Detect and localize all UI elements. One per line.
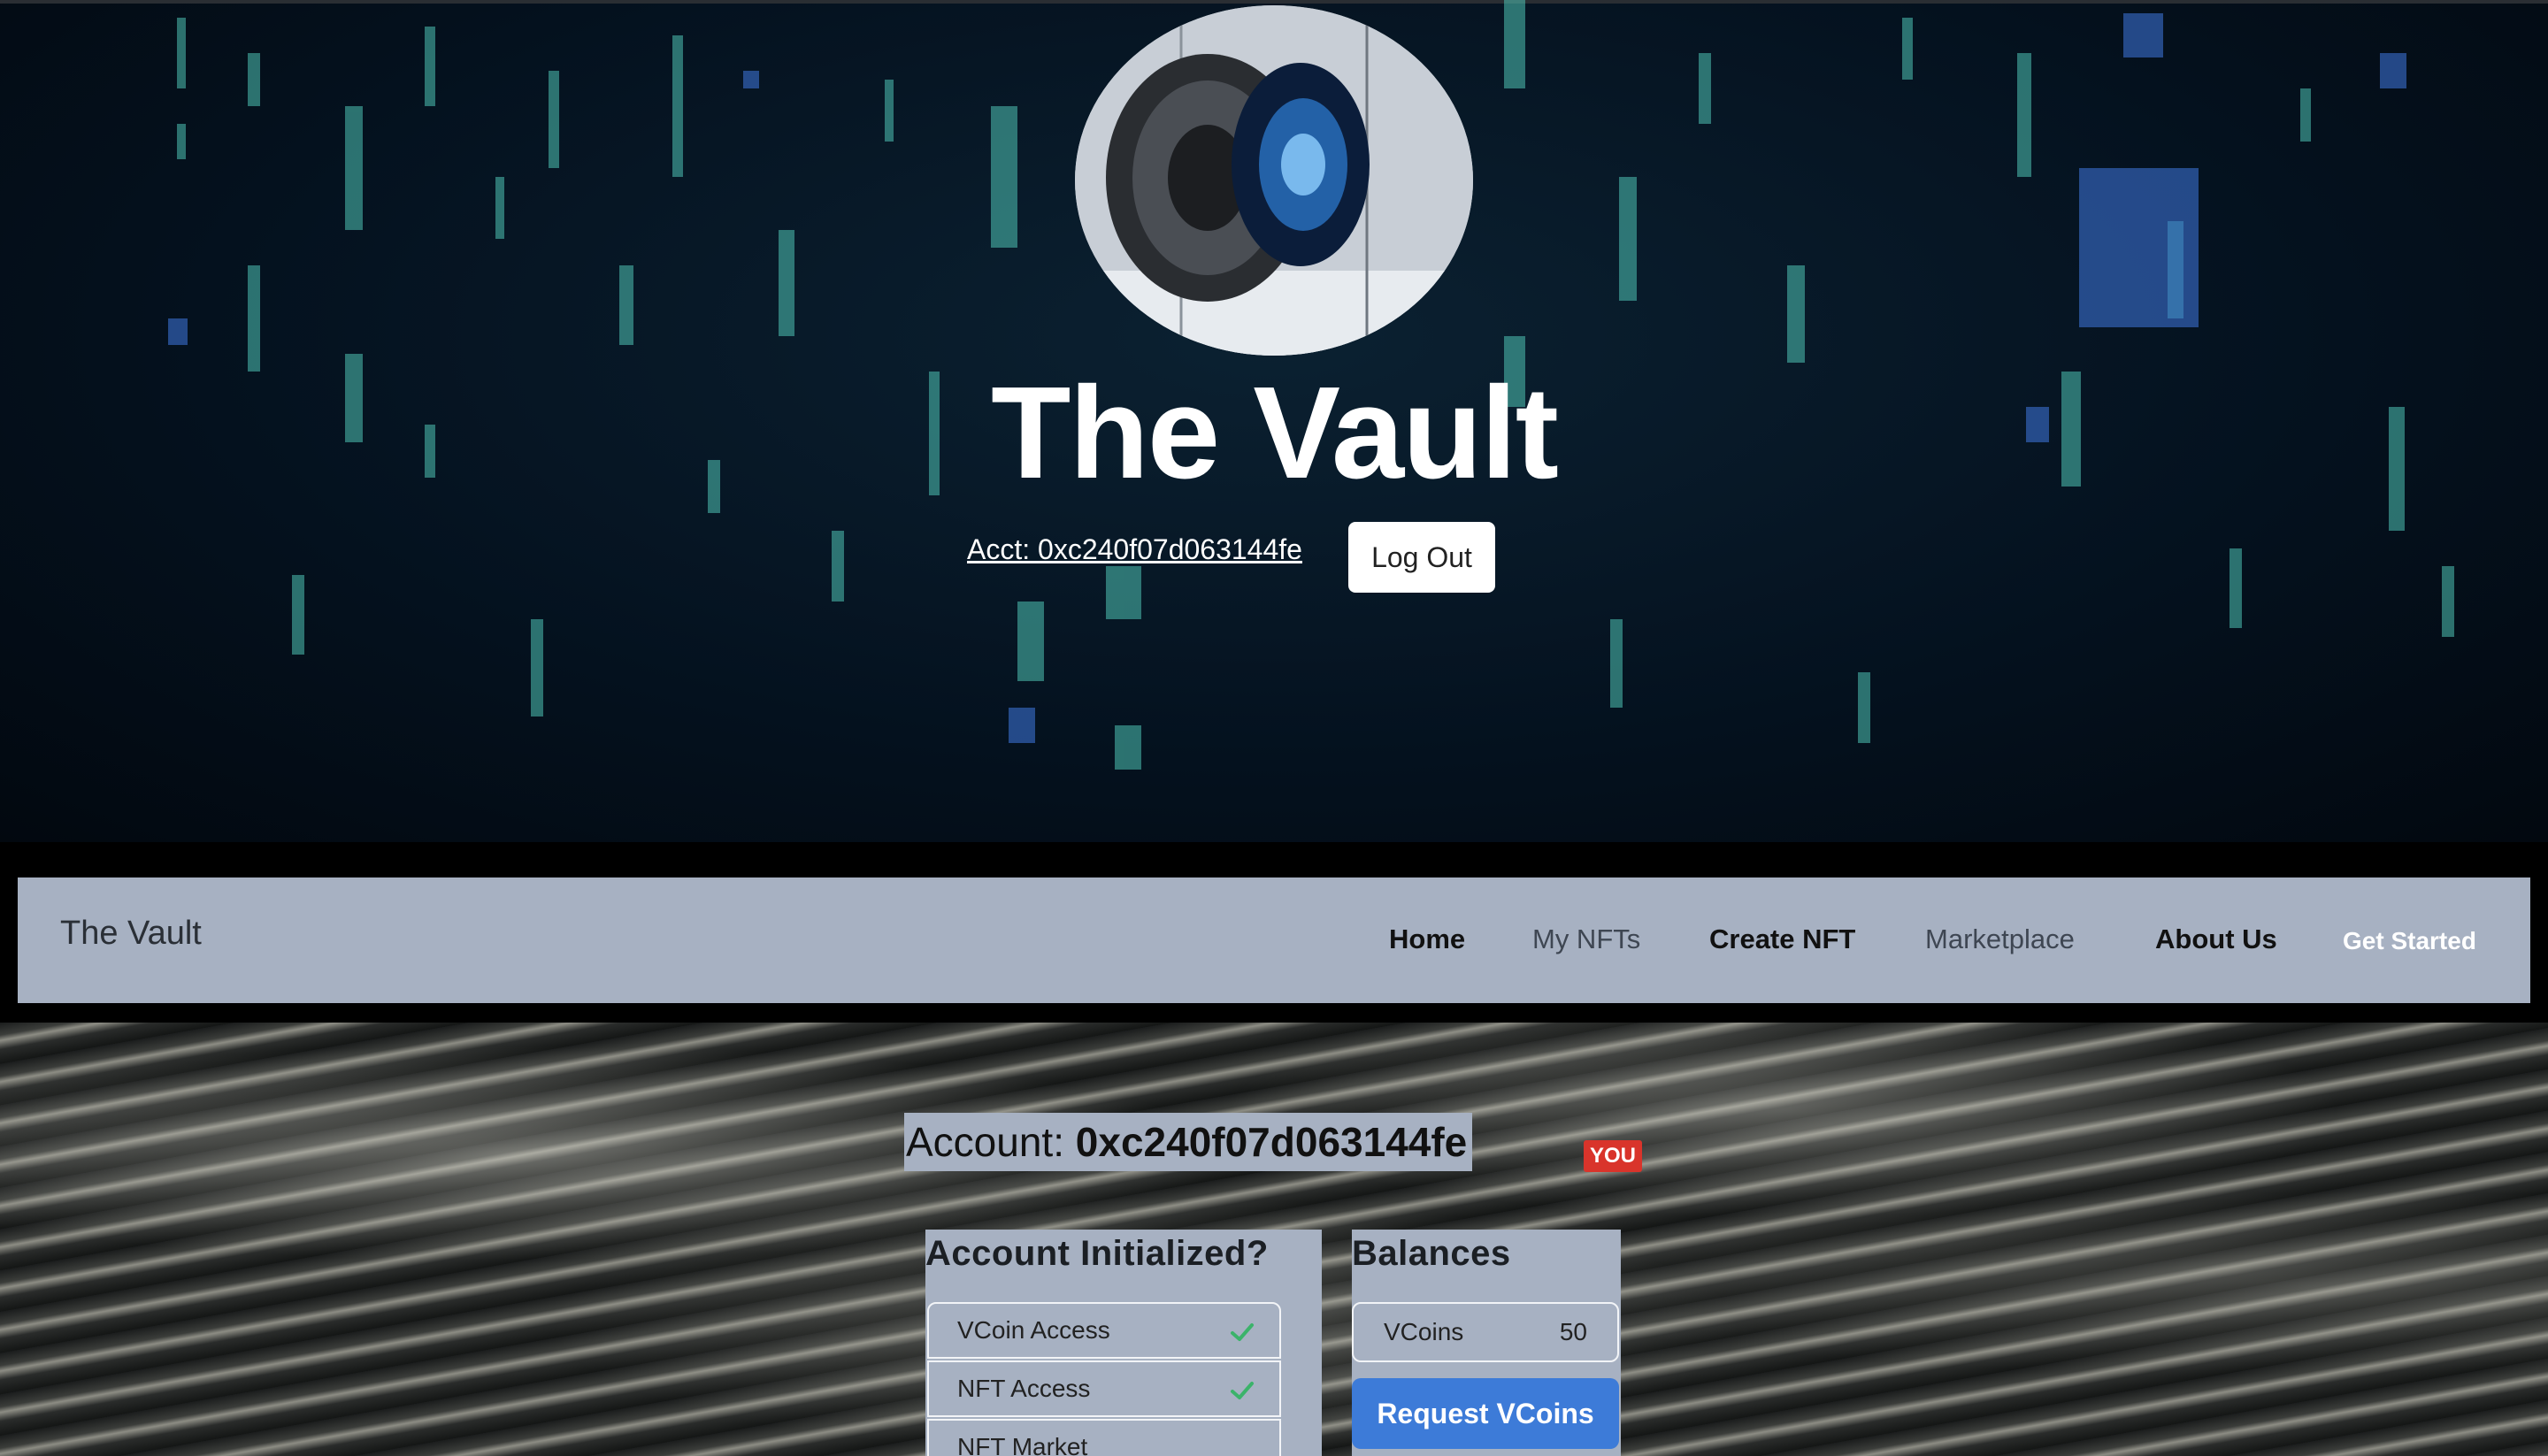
- vault-logo-image: [1075, 5, 1473, 356]
- list-item-label: NFT Access: [957, 1375, 1091, 1402]
- balances-title: Balances: [1352, 1230, 1621, 1277]
- account-heading: Account: 0xc240f07d063144fe: [904, 1113, 1473, 1171]
- vcoins-label: VCoins: [1384, 1318, 1464, 1345]
- list-item-nft-market: NFT Market: [927, 1419, 1281, 1456]
- nav-home[interactable]: Home: [1389, 923, 1465, 955]
- logout-button[interactable]: Log Out: [1348, 522, 1495, 593]
- account-link[interactable]: Acct: 0xc240f07d063144fe: [967, 533, 1302, 566]
- navbar-brand[interactable]: The Vault: [60, 915, 202, 953]
- check-icon: [1231, 1323, 1254, 1341]
- nav-about-us[interactable]: About Us: [2155, 923, 2277, 955]
- vcoins-value: 50: [1559, 1318, 1587, 1345]
- check-icon: [1231, 1382, 1254, 1399]
- list-item-label: NFT Market: [957, 1433, 1088, 1456]
- navbar: The Vault Home My NFTs Create NFT Market…: [18, 877, 2530, 1003]
- nav-my-nfts[interactable]: My NFTs: [1532, 923, 1640, 955]
- request-vcoins-button[interactable]: Request VCoins: [1352, 1378, 1619, 1449]
- you-badge: YOU: [1584, 1140, 1642, 1172]
- nav-marketplace[interactable]: Marketplace: [1925, 923, 2075, 955]
- hero-banner: The Vault Acct: 0xc240f07d063144fe Log O…: [0, 0, 2548, 842]
- list-item-nft-access: NFT Access: [927, 1360, 1281, 1417]
- account-prefix: Account:: [906, 1119, 1064, 1165]
- nav-get-started[interactable]: Get Started: [2343, 927, 2476, 955]
- nav-create-nft[interactable]: Create NFT: [1709, 923, 1855, 955]
- list-item-vcoin-access: VCoin Access: [927, 1302, 1281, 1359]
- vcoins-balance-row: VCoins 50: [1352, 1302, 1619, 1362]
- hero-title: The Vault: [991, 360, 1559, 506]
- account-address: 0xc240f07d063144fe: [1075, 1119, 1468, 1165]
- initialized-title: Account Initialized?: [925, 1230, 1322, 1277]
- list-item-label: VCoin Access: [957, 1316, 1110, 1344]
